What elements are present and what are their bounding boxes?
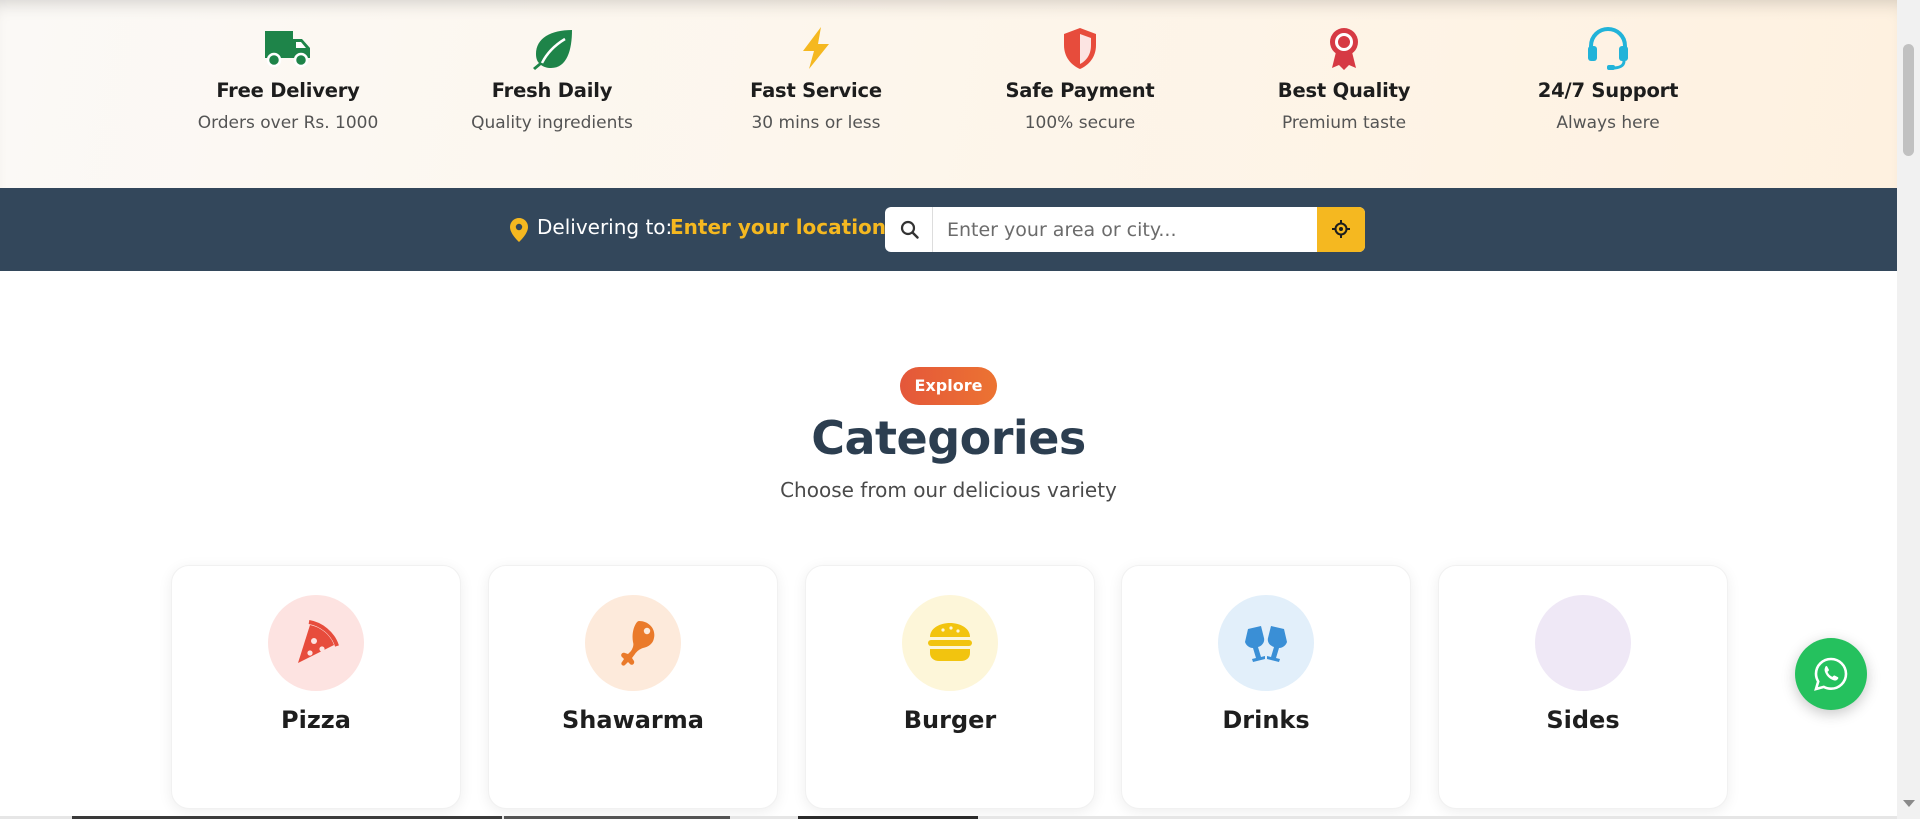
glasses-cheers-icon	[1218, 595, 1314, 691]
truck-icon	[263, 26, 313, 70]
feature-safe-payment: Safe Payment 100% secure	[960, 0, 1200, 188]
feature-title: Free Delivery	[216, 79, 360, 102]
feature-title: Safe Payment	[1005, 79, 1155, 102]
lightning-icon	[791, 26, 841, 70]
headset-icon	[1583, 26, 1633, 70]
crosshair-icon	[1332, 220, 1350, 238]
scrollbar-thumb[interactable]	[1903, 44, 1914, 156]
explore-badge: Explore	[900, 367, 997, 405]
area-search-input[interactable]	[933, 207, 1317, 252]
categories-subtitle: Choose from our delicious variety	[780, 478, 1117, 502]
location-search	[885, 207, 1365, 252]
scroll-down-arrow-icon[interactable]	[1903, 800, 1915, 807]
feature-subtitle: 30 mins or less	[751, 113, 881, 133]
feature-subtitle: Quality ingredients	[471, 113, 633, 133]
pizza-icon	[268, 595, 364, 691]
award-icon	[1319, 26, 1369, 70]
feature-subtitle: Orders over Rs. 1000	[197, 113, 379, 133]
whatsapp-icon	[1814, 657, 1848, 691]
page-scrollbar[interactable]	[1897, 0, 1920, 819]
feature-fast-service: Fast Service 30 mins or less	[696, 0, 936, 188]
selected-location-link[interactable]: Enter your location	[670, 215, 886, 239]
burger-icon	[902, 595, 998, 691]
category-card-sides[interactable]: Sides	[1438, 565, 1728, 809]
feature-title: 24/7 Support	[1537, 79, 1679, 102]
drumstick-icon	[585, 595, 681, 691]
feature-subtitle: Premium taste	[1281, 113, 1407, 133]
category-card-pizza[interactable]: Pizza	[171, 565, 461, 809]
feature-support: 24/7 Support Always here	[1488, 0, 1728, 188]
feature-free-delivery: Free Delivery Orders over Rs. 1000	[168, 0, 408, 188]
category-card-shawarma[interactable]: Shawarma	[488, 565, 778, 809]
category-name: Pizza	[281, 706, 351, 734]
category-name: Sides	[1546, 706, 1620, 734]
category-name: Burger	[903, 706, 997, 734]
feature-fresh-daily: Fresh Daily Quality ingredients	[432, 0, 672, 188]
category-card-drinks[interactable]: Drinks	[1121, 565, 1411, 809]
category-card-burger[interactable]: Burger	[805, 565, 1095, 809]
search-icon	[885, 207, 933, 252]
whatsapp-chat-button[interactable]	[1795, 638, 1867, 710]
leaf-icon	[527, 26, 577, 70]
feature-best-quality: Best Quality Premium taste	[1224, 0, 1464, 188]
feature-title: Fast Service	[750, 79, 882, 102]
sides-icon	[1535, 595, 1631, 691]
delivering-to-label: Delivering to:	[537, 215, 673, 239]
feature-title: Best Quality	[1277, 79, 1411, 102]
use-current-location-button[interactable]	[1317, 207, 1365, 252]
shield-icon	[1055, 26, 1105, 70]
categories-title: Categories	[811, 411, 1086, 465]
feature-subtitle: 100% secure	[1024, 113, 1136, 133]
category-name: Drinks	[1222, 706, 1310, 734]
category-name: Shawarma	[562, 706, 704, 734]
feature-title: Fresh Daily	[491, 79, 613, 102]
features-band: Free Delivery Orders over Rs. 1000 Fresh…	[0, 0, 1897, 188]
page: Free Delivery Orders over Rs. 1000 Fresh…	[0, 0, 1897, 819]
location-pin-icon	[510, 218, 528, 242]
feature-subtitle: Always here	[1556, 113, 1660, 133]
